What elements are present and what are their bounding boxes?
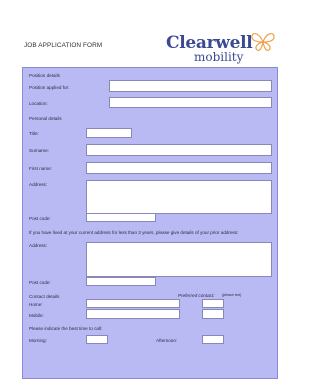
section-personal-details: Personal details — [29, 116, 62, 121]
preferred-contact-hint: (please tick) — [222, 293, 242, 297]
position-applied-input[interactable] — [109, 80, 272, 92]
logo-wordmark-mobility: mobility — [194, 50, 244, 64]
mobile-phone-input[interactable] — [86, 309, 180, 319]
afternoon-checkbox[interactable] — [202, 335, 224, 344]
morning-checkbox[interactable] — [86, 335, 108, 344]
location-input[interactable] — [109, 97, 272, 108]
title-input[interactable] — [86, 128, 132, 138]
label-morning: Morning: — [29, 338, 47, 343]
butterfly-icon — [251, 32, 275, 52]
label-mobile-phone: Mobile: — [29, 313, 44, 318]
label-afternoon: Afternoon: — [156, 338, 178, 343]
label-post-code: Post code: — [29, 216, 51, 221]
label-title: Title: — [29, 131, 39, 136]
application-form-panel — [22, 67, 278, 379]
preferred-contact-label: Preferred contact: — [178, 293, 215, 298]
section-position-details: Position details — [29, 73, 60, 78]
prior-post-code-input[interactable] — [86, 277, 156, 286]
home-phone-input[interactable] — [86, 299, 180, 308]
label-surname: Surname: — [29, 148, 49, 153]
label-home-phone: Home: — [29, 302, 43, 307]
post-code-input[interactable] — [86, 213, 156, 222]
clearwell-logo: Clearwell mobility — [166, 30, 278, 70]
mobile-preferred-checkbox[interactable] — [202, 309, 224, 319]
label-first-name: First name: — [29, 166, 52, 171]
prior-address-textarea[interactable] — [86, 242, 272, 277]
address-textarea[interactable] — [86, 180, 272, 214]
prior-address-instruction: If you have lived at your current addres… — [29, 230, 239, 235]
label-location: Location: — [29, 101, 48, 106]
best-time-instruction: Please indicate the best time to call: — [29, 326, 103, 331]
home-preferred-checkbox[interactable] — [202, 299, 224, 308]
surname-input[interactable] — [86, 144, 272, 156]
label-position-applied: Position applied for: — [29, 85, 70, 90]
label-address: Address: — [29, 182, 48, 187]
form-title: JOB APPLICATION FORM — [24, 42, 103, 49]
label-prior-address: Address: — [29, 243, 48, 248]
first-name-input[interactable] — [86, 162, 272, 174]
section-contact-details: Contact details — [29, 294, 60, 299]
label-prior-post-code: Post code: — [29, 280, 51, 285]
